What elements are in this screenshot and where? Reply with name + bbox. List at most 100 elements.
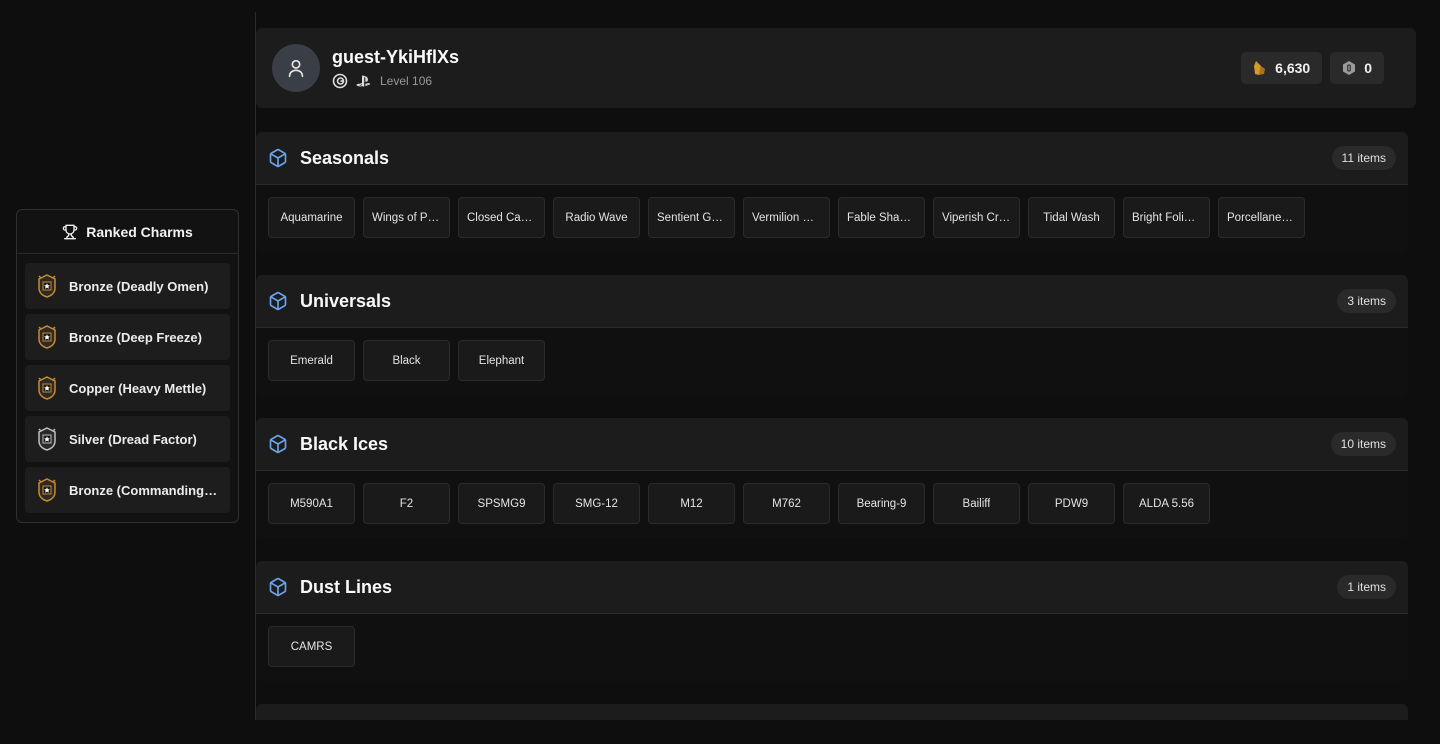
item-grid: CAMRS (256, 614, 1408, 679)
rank-badge-icon (38, 274, 56, 298)
section-title: Dust Lines (300, 576, 393, 597)
section-dust-lines: Dust Lines 1 items CAMRS (256, 561, 1408, 681)
item-chip[interactable]: SPSMG9 (458, 483, 545, 524)
section-black-ices: Black Ices 10 items M590A1 F2 SPSMG9 SMG-12 M1… (256, 418, 1408, 538)
item-chip[interactable]: Viperish Crown (933, 197, 1020, 238)
player-level: Level 106 (380, 74, 433, 88)
profile-card: guest-YkiHflXs Level 106 6,630 0 (256, 28, 1416, 108)
item-chip[interactable]: M762 (743, 483, 830, 524)
item-count-badge: 3 items (1337, 289, 1396, 313)
item-label: Closed Casket (467, 211, 536, 224)
item-chip[interactable]: Emerald (268, 340, 355, 381)
item-label: Bearing-9 (856, 497, 907, 510)
r6-credits-icon (1343, 61, 1356, 75)
section-header[interactable]: Universals 3 items (256, 275, 1408, 328)
section-title: Universals (300, 290, 392, 311)
item-grid: M590A1 F2 SPSMG9 SMG-12 M12 M762 Bearing-9 Bail… (256, 471, 1408, 536)
cube-icon (269, 434, 287, 454)
ubisoft-icon (332, 73, 348, 89)
item-chip[interactable]: Sentient Gold (648, 197, 735, 238)
ranked-charm-label: Bronze (Commanding Force) (69, 482, 218, 498)
item-chip[interactable]: CAMRS (268, 626, 355, 667)
user-icon (288, 59, 304, 78)
item-chip[interactable]: M590A1 (268, 483, 355, 524)
item-chip[interactable]: F2 (363, 483, 450, 524)
rank-badge-icon (38, 427, 56, 451)
item-label: Emerald (290, 354, 333, 367)
item-label: M12 (680, 497, 703, 510)
item-label: Porcellaneous (1227, 211, 1296, 224)
ranked-charm-label: Copper (Heavy Mettle) (69, 380, 207, 396)
item-chip[interactable]: Aquamarine (268, 197, 355, 238)
item-label: Fable Shaper (847, 211, 916, 224)
ranked-charms-title: Ranked Charms (86, 223, 193, 240)
trophy-icon (62, 224, 78, 239)
ranked-charm-item[interactable]: Silver (Dread Factor) (25, 416, 230, 462)
item-chip[interactable]: Black (363, 340, 450, 381)
ranked-charm-label: Silver (Dread Factor) (69, 431, 197, 447)
section-header[interactable]: Dust Lines 1 items (256, 561, 1408, 614)
ranked-charm-item[interactable]: Bronze (Deep Freeze) (25, 314, 230, 360)
next-section-header (256, 704, 1408, 720)
item-chip[interactable]: Vermilion Viper (743, 197, 830, 238)
item-label: Bailiff (962, 497, 991, 510)
item-count-badge: 10 items (1330, 432, 1396, 456)
cube-icon (269, 577, 287, 597)
rank-badge-icon (38, 478, 56, 502)
item-label: SMG-12 (575, 497, 618, 510)
ranked-charm-item[interactable]: Bronze (Deadly Omen) (25, 263, 230, 309)
ranked-charm-item[interactable]: Copper (Heavy Mettle) (25, 365, 230, 411)
currency-bar: 6,630 0 (1241, 52, 1384, 84)
renown-balance[interactable]: 6,630 (1241, 52, 1323, 84)
ranked-charm-label: Bronze (Deep Freeze) (69, 329, 202, 345)
item-chip[interactable]: PDW9 (1028, 483, 1115, 524)
section-title: Black Ices (300, 433, 389, 454)
section-universals: Universals 3 items Emerald Black Elephant (256, 275, 1408, 395)
item-grid: Aquamarine Wings of Prey Closed Casket Radi… (256, 185, 1408, 250)
item-chip[interactable]: ALDA 5.56 (1123, 483, 1210, 524)
item-count-badge: 11 items (1331, 146, 1396, 170)
item-chip[interactable]: SMG-12 (553, 483, 640, 524)
item-chip[interactable]: M12 (648, 483, 735, 524)
item-chip[interactable]: Bearing-9 (838, 483, 925, 524)
section-header[interactable]: Black Ices 10 items (256, 418, 1408, 471)
item-label: Tidal Wash (1043, 211, 1100, 224)
credits-balance[interactable]: 0 (1330, 52, 1384, 84)
credits-value: 0 (1364, 60, 1372, 76)
item-count-badge: 1 items (1337, 575, 1396, 599)
item-label: SPSMG9 (477, 497, 526, 510)
item-label: CAMRS (290, 640, 333, 653)
item-chip[interactable]: Closed Casket (458, 197, 545, 238)
ranked-charms-header: Ranked Charms (17, 210, 238, 254)
item-chip[interactable]: Elephant (458, 340, 545, 381)
item-label: Wings of Prey (372, 211, 441, 224)
item-chip[interactable]: Wings of Prey (363, 197, 450, 238)
item-chip[interactable]: Bright Foliage (1123, 197, 1210, 238)
section-seasonals: Seasonals 11 items Aquamarine Wings of Prey… (256, 132, 1408, 252)
item-chip[interactable]: Tidal Wash (1028, 197, 1115, 238)
item-label: F2 (399, 497, 414, 510)
item-chip[interactable]: Bailiff (933, 483, 1020, 524)
section-title: Seasonals (300, 147, 390, 168)
rank-badge-icon (38, 376, 56, 400)
ranked-charm-label: Bronze (Deadly Omen) (69, 278, 209, 294)
avatar[interactable] (272, 44, 320, 92)
item-label: Aquamarine (280, 211, 343, 224)
ranked-charm-item[interactable]: Bronze (Commanding Force) (25, 467, 230, 513)
renown-value: 6,630 (1275, 60, 1311, 76)
item-chip[interactable]: Fable Shaper (838, 197, 925, 238)
item-label: Bright Foliage (1132, 211, 1201, 224)
item-chip[interactable]: Porcellaneous (1218, 197, 1305, 238)
rank-badge-icon (38, 325, 56, 349)
item-chip[interactable]: Radio Wave (553, 197, 640, 238)
ranked-charms-list: Bronze (Deadly Omen) Bronze (Deep Freeze)… (17, 254, 238, 522)
item-label: M590A1 (290, 497, 333, 510)
item-grid: Emerald Black Elephant (256, 328, 1408, 393)
playstation-icon (356, 75, 371, 87)
item-label: Black (392, 354, 421, 367)
item-label: PDW9 (1054, 497, 1089, 510)
item-label: Sentient Gold (657, 211, 726, 224)
item-label: Viperish Crown (942, 211, 1011, 224)
section-header[interactable]: Seasonals 11 items (256, 132, 1408, 185)
username: guest-YkiHflXs (332, 47, 460, 67)
